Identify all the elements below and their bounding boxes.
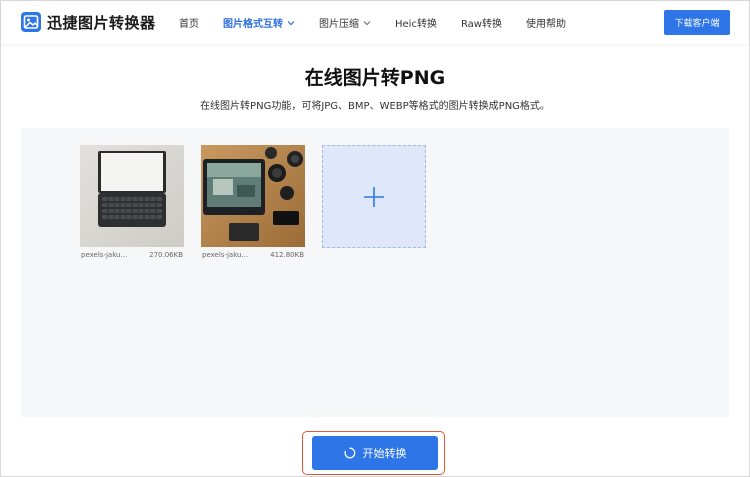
- nav-item-label: 使用帮助: [526, 19, 566, 30]
- brand-name: 迅捷图片转换器: [47, 13, 156, 32]
- brand[interactable]: 迅捷图片转换器: [21, 11, 156, 33]
- nav-item-compress[interactable]: 图片压缩: [319, 15, 371, 30]
- nav-item-label: Heic转换: [395, 19, 437, 30]
- chevron-down-icon: [363, 20, 371, 25]
- file-name: pexels-jaku...: [81, 251, 128, 259]
- nav-item-heic[interactable]: Heic转换: [395, 15, 437, 30]
- page-subtitle: 在线图片转PNG功能，可将JPG、BMP、WEBP等格式的图片转换成PNG格式。: [200, 101, 550, 112]
- image-logo-icon: [21, 12, 41, 32]
- nav-item-home[interactable]: 首页: [179, 15, 199, 30]
- file-meta: pexels-jaku... 412.80KB: [201, 251, 305, 259]
- nav-item-raw[interactable]: Raw转换: [461, 15, 502, 30]
- spinner-icon: [343, 447, 355, 459]
- file-card[interactable]: pexels-jaku... 412.80KB: [201, 145, 305, 259]
- file-meta: pexels-jaku... 270.06KB: [80, 251, 184, 259]
- page-title: 在线图片转PNG: [304, 67, 446, 89]
- top-navbar: 迅捷图片转换器 首页 图片格式互转 图片压缩 Heic转换 Raw转换 使用帮助…: [1, 1, 749, 44]
- file-name: pexels-jaku...: [202, 251, 249, 259]
- upload-area: pexels-jaku... 270.06KB pexels-jaku... 4…: [21, 128, 729, 417]
- nav-item-label: 首页: [179, 19, 199, 30]
- file-size: 270.06KB: [149, 251, 183, 259]
- add-image-button[interactable]: [322, 145, 426, 248]
- nav-item-label: Raw转换: [460, 19, 502, 30]
- nav-item-format-convert[interactable]: 图片格式互转: [223, 15, 295, 30]
- file-thumbnail: [80, 145, 184, 247]
- main-nav: 首页 图片格式互转 图片压缩 Heic转换 Raw转换 使用帮助: [179, 1, 590, 44]
- file-card[interactable]: pexels-jaku... 270.06KB: [80, 145, 184, 259]
- chevron-down-icon: [287, 20, 295, 25]
- file-size: 412.80KB: [270, 251, 304, 259]
- nav-item-label: 图片格式互转: [223, 19, 283, 30]
- start-button-label: 开始转换: [362, 448, 407, 460]
- start-convert-button[interactable]: 开始转换: [312, 436, 438, 470]
- plus-icon: [364, 186, 384, 207]
- file-thumbnail: [201, 145, 305, 247]
- download-client-button[interactable]: 下载客户端: [664, 10, 730, 35]
- laptop-keyboard-photo: [80, 145, 184, 247]
- desk-tablet-camera-photo: [201, 145, 305, 247]
- nav-item-label: 图片压缩: [319, 19, 359, 30]
- nav-item-help[interactable]: 使用帮助: [526, 15, 566, 30]
